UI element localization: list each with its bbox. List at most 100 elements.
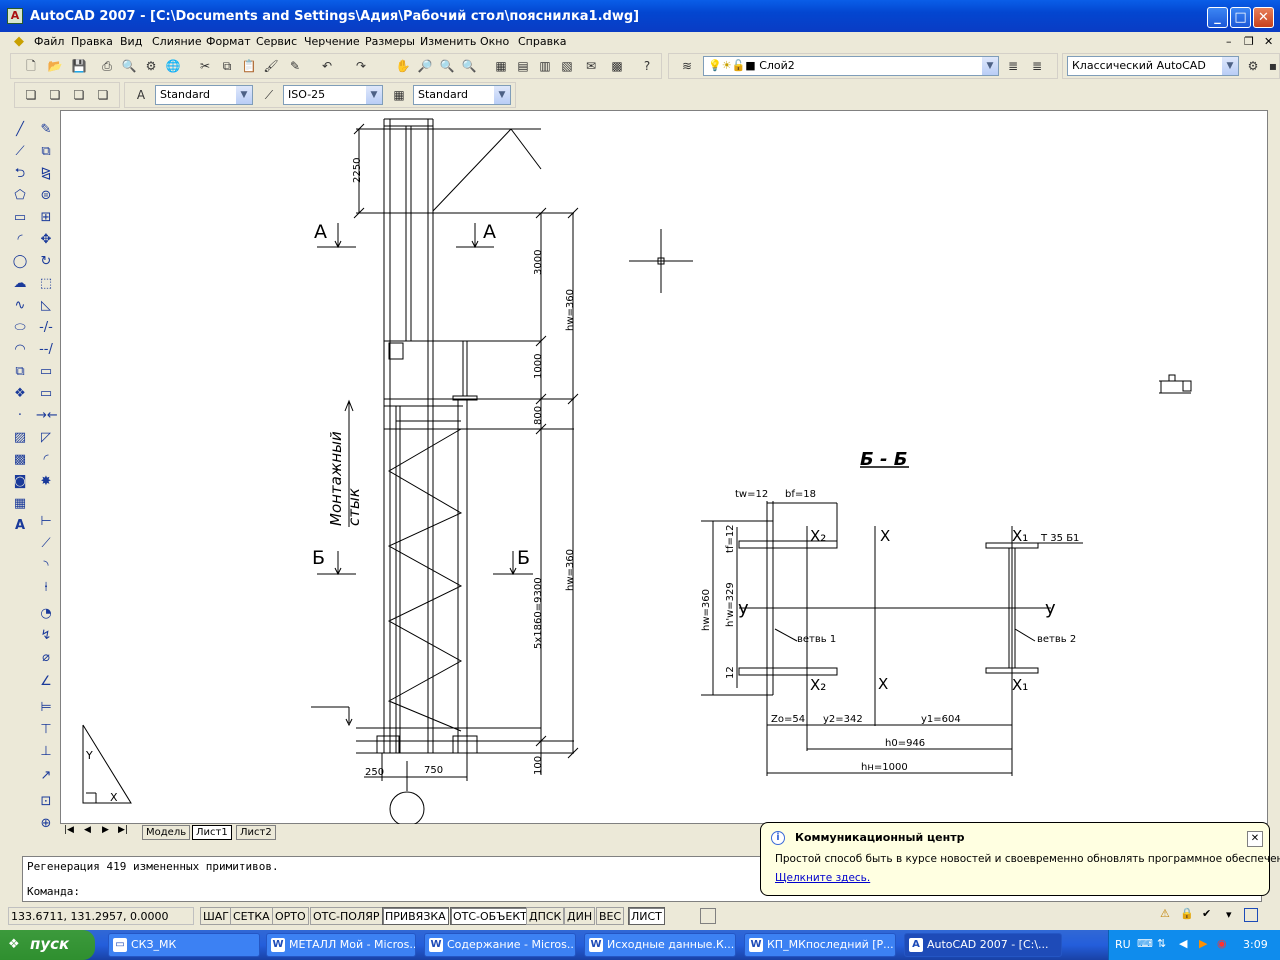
dim-aligned-icon[interactable]: ⟋: [36, 534, 56, 554]
dim-jogged-icon[interactable]: ↯: [36, 626, 56, 646]
design-center-icon[interactable]: ▤: [513, 56, 533, 76]
insert-block-icon[interactable]: ⧉: [10, 362, 30, 382]
menu-view[interactable]: Вид: [120, 35, 142, 48]
rectangle-icon[interactable]: ▭: [10, 208, 30, 228]
open-icon[interactable]: 📂: [45, 56, 65, 76]
menu-modify[interactable]: Изменить: [420, 35, 476, 48]
polygon-icon[interactable]: ⬠: [10, 186, 30, 206]
point-icon[interactable]: ·: [10, 406, 30, 426]
status-menu-icon[interactable]: ▾: [1226, 908, 1232, 921]
trim-icon[interactable]: -/-: [36, 318, 56, 338]
task-word-4[interactable]: W КП_МКпоследний [Р...: [744, 933, 896, 957]
pan-icon[interactable]: ✋: [393, 56, 413, 76]
line-icon[interactable]: ╱: [10, 120, 30, 140]
chevron-down-icon[interactable]: ▼: [1222, 57, 1238, 75]
gradient-icon[interactable]: ▩: [10, 450, 30, 470]
cut-icon[interactable]: ✂: [195, 56, 215, 76]
workspace-combo[interactable]: Классический AutoCAD ▼: [1067, 56, 1239, 76]
dim-baseline-icon[interactable]: ⊤: [36, 720, 56, 740]
quick-dim-icon[interactable]: ⊨: [36, 698, 56, 718]
tolerance-icon[interactable]: ⊡: [36, 792, 56, 812]
toggle-osnap[interactable]: ПРИВЯЗКА: [382, 907, 449, 925]
menu-tools[interactable]: Сервис: [256, 35, 297, 48]
layer-previous-icon[interactable]: ≣: [1003, 56, 1023, 76]
toggle-ortho[interactable]: ОРТО: [272, 907, 309, 925]
chevron-down-icon[interactable]: ▼: [982, 57, 998, 75]
revision-cloud-icon[interactable]: ☁: [10, 274, 30, 294]
table-style-icon[interactable]: ▦: [389, 85, 409, 105]
balloon-close-icon[interactable]: ✕: [1247, 831, 1263, 847]
toggle-paper[interactable]: ЛИСТ: [628, 907, 665, 925]
text-style-icon[interactable]: A: [131, 85, 151, 105]
dim-angular-icon[interactable]: ∠: [36, 672, 56, 692]
toggle-grid[interactable]: СЕТКА: [230, 907, 273, 925]
hatch-icon[interactable]: ▨: [10, 428, 30, 448]
rotate-icon[interactable]: ↻: [36, 252, 56, 272]
toggle-lwt[interactable]: ВЕС: [596, 907, 625, 925]
dim-linear-icon[interactable]: ⊢: [36, 512, 56, 532]
tab-sheet1[interactable]: Лист1: [192, 825, 232, 840]
maximize-button[interactable]: □: [1230, 7, 1251, 28]
menu-draw[interactable]: Черчение: [304, 35, 360, 48]
toggle-dyn[interactable]: ДИН: [564, 907, 596, 925]
etransmit-icon[interactable]: 🌐: [163, 56, 183, 76]
table-icon[interactable]: ▦: [10, 494, 30, 514]
tool-palettes-icon[interactable]: ▥: [535, 56, 555, 76]
array-icon[interactable]: ⊞: [36, 208, 56, 228]
qleader-icon[interactable]: ↗: [36, 766, 56, 786]
mirror-icon[interactable]: ⧎: [36, 164, 56, 184]
opera-icon[interactable]: ◉: [1217, 937, 1227, 950]
document-icon[interactable]: ◆: [14, 34, 24, 49]
minimize-button[interactable]: _: [1207, 7, 1228, 28]
help-icon[interactable]: ?: [637, 56, 657, 76]
dim-radius-icon[interactable]: ◔: [36, 604, 56, 624]
menu-merge[interactable]: Слияние: [152, 35, 202, 48]
dim-style-combo[interactable]: ISO-25 ▼: [283, 85, 383, 105]
start-button[interactable]: ❖ пуск: [0, 930, 95, 960]
toggle-polar[interactable]: ОТС-ПОЛЯР: [310, 907, 383, 925]
region-icon[interactable]: ◙: [10, 472, 30, 492]
extend-icon[interactable]: --/: [36, 340, 56, 360]
menu-file[interactable]: Файл: [34, 35, 64, 48]
explode-icon[interactable]: ✸: [36, 472, 56, 492]
offset-icon[interactable]: ⊜: [36, 186, 56, 206]
new-icon[interactable]: 🗋: [21, 56, 41, 76]
break-icon[interactable]: ▭: [36, 384, 56, 404]
media-icon[interactable]: ▶: [1199, 937, 1207, 950]
properties-icon[interactable]: ▦: [491, 56, 511, 76]
toggle-ducs[interactable]: ДПСК: [526, 907, 565, 925]
doc-minimize-button[interactable]: –: [1226, 35, 1232, 48]
send-back-icon[interactable]: ❏: [45, 85, 65, 105]
task-word-2[interactable]: W Содержание - Micros...: [424, 933, 576, 957]
zoom-window-icon[interactable]: 🔍: [437, 56, 457, 76]
undo-icon[interactable]: ↶: [317, 56, 337, 76]
comm-center-icon[interactable]: ⚠: [1160, 907, 1170, 920]
menu-help[interactable]: Справка: [518, 35, 566, 48]
tab-model[interactable]: Модель: [142, 825, 190, 840]
prev-tab-icon[interactable]: ◀: [84, 825, 91, 835]
block-editor-icon[interactable]: ✎: [285, 56, 305, 76]
autocad-icon[interactable]: A: [7, 8, 23, 24]
close-button[interactable]: ✕: [1253, 7, 1274, 28]
center-mark-icon[interactable]: ⊕: [36, 814, 56, 834]
bring-front-icon[interactable]: ❏: [21, 85, 41, 105]
menu-window[interactable]: Окно: [480, 35, 509, 48]
chevron-down-icon[interactable]: ▼: [494, 86, 510, 104]
chamfer-icon[interactable]: ◸: [36, 428, 56, 448]
cad-standards-icon[interactable]: ✔: [1202, 907, 1211, 920]
toggle-snap[interactable]: ШАГ: [200, 907, 232, 925]
scale-icon[interactable]: ⬚: [36, 274, 56, 294]
task-folder[interactable]: ▭ СКЗ_МК: [108, 933, 260, 957]
save-icon[interactable]: 💾: [69, 56, 89, 76]
calculator-icon[interactable]: ▩: [607, 56, 627, 76]
zoom-realtime-icon[interactable]: 🔎: [415, 56, 435, 76]
copy-object-icon[interactable]: ⧉: [36, 142, 56, 162]
send-under-icon[interactable]: ❏: [93, 85, 113, 105]
tab-sheet2[interactable]: Лист2: [236, 825, 276, 840]
join-icon[interactable]: →←: [36, 406, 58, 426]
print-icon[interactable]: ⎙: [97, 56, 117, 76]
break-at-point-icon[interactable]: ▭: [36, 362, 56, 382]
chevron-down-icon[interactable]: ▼: [366, 86, 382, 104]
task-word-1[interactable]: W МЕТАЛЛ Мой - Micros...: [266, 933, 416, 957]
mtext-icon[interactable]: A: [10, 516, 30, 536]
